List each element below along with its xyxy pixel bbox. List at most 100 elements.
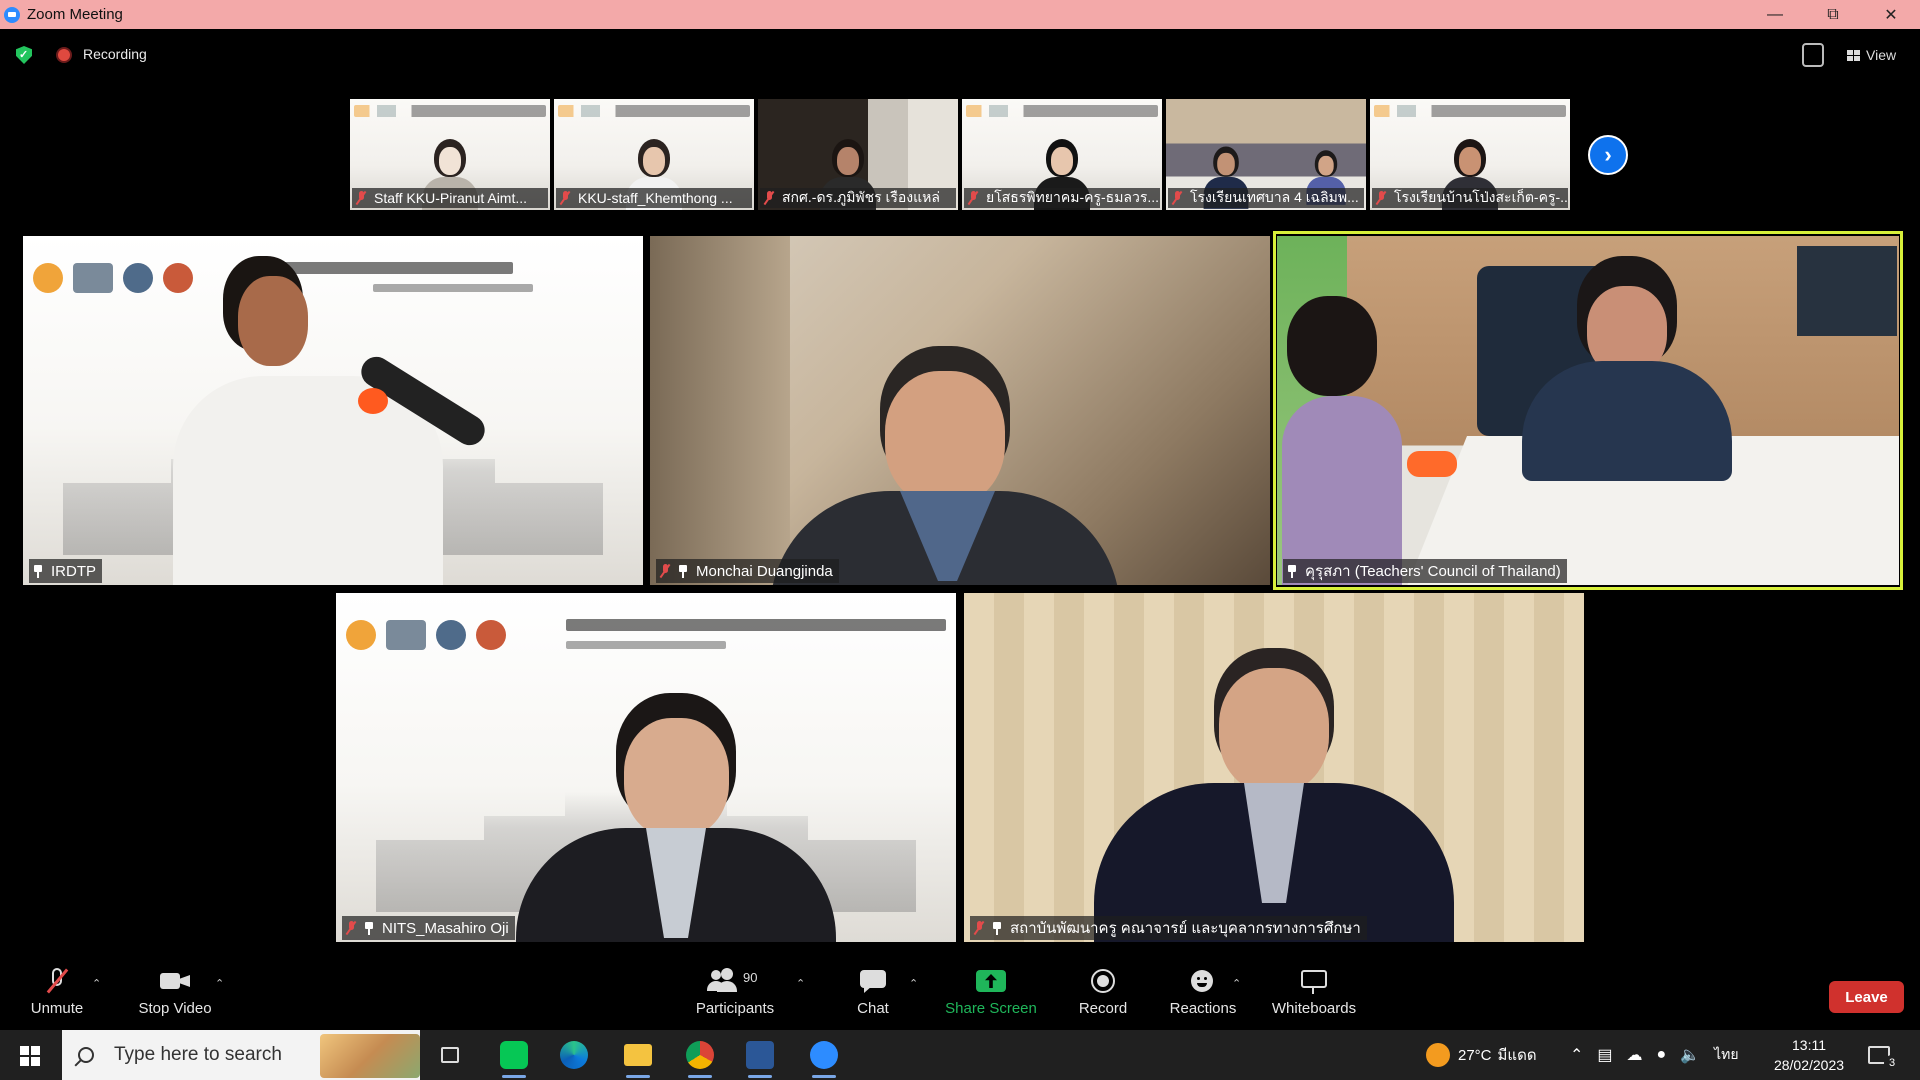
mic-muted-icon — [968, 191, 978, 205]
chrome-browser-icon[interactable] — [682, 1038, 718, 1078]
participants-count: 90 — [743, 970, 758, 985]
slide-logos — [33, 258, 193, 298]
participant-face — [1219, 668, 1329, 793]
video-tile-monchai[interactable]: Monchai Duangjinda — [650, 236, 1270, 585]
task-view-icon[interactable] — [432, 1038, 468, 1072]
participants-icon: 90 — [705, 968, 765, 994]
whiteboards-button[interactable]: Whiteboards — [1266, 955, 1362, 1030]
mic-muted-icon — [42, 968, 72, 994]
pin-icon — [1287, 564, 1297, 578]
word-app-icon[interactable] — [742, 1038, 778, 1078]
attendee-blouse — [1282, 396, 1402, 585]
participant-name: IRDTP — [51, 562, 96, 580]
leave-button[interactable]: Leave — [1829, 981, 1904, 1013]
participant-thumbnail[interactable]: โรงเรียนบ้านโป่งสะเก็ต-ครู-... — [1370, 99, 1570, 210]
title-bar: Zoom Meeting — ⧉ ✕ — [0, 0, 1920, 29]
participant-face — [624, 718, 729, 838]
wall-monitor — [1797, 246, 1897, 336]
video-tile-institute[interactable]: สถาบันพัฒนาครู คณาจารย์ และบุคลากรทางการ… — [964, 593, 1584, 942]
pin-icon — [364, 921, 374, 935]
taskbar-clock[interactable]: 13:11 28/02/2023 — [1766, 1035, 1852, 1075]
stop-video-button[interactable]: Stop Video — [132, 955, 218, 1030]
edge-browser-icon[interactable] — [556, 1038, 592, 1072]
participants-options-caret[interactable]: ⌃ — [796, 977, 805, 990]
clock-date: 28/02/2023 — [1773, 1057, 1845, 1073]
taskbar-search[interactable]: Type here to search — [62, 1030, 420, 1080]
participant-thumbnail[interactable]: KKU-staff_Khemthong ... — [554, 99, 754, 210]
view-button[interactable]: View — [1837, 41, 1903, 69]
participants-button[interactable]: 90 Participants — [688, 955, 782, 1030]
restore-button[interactable]: ⧉ — [1804, 0, 1862, 29]
participant-name: KKU-staff_Khemthong ... — [578, 190, 733, 206]
reactions-options-caret[interactable]: ⌃ — [1232, 977, 1241, 990]
participant-thumbnail[interactable]: Staff KKU-Piranut Aimt... — [350, 99, 550, 210]
slide-subtitle — [566, 641, 726, 649]
unmute-button[interactable]: Unmute — [24, 955, 90, 1030]
windows-taskbar: Type here to search 27°C มีแดด ⌃ ▤ ☁ ● 🔈… — [0, 1030, 1920, 1080]
video-tile-nits[interactable]: NITS_Masahiro Oji — [336, 593, 956, 942]
participant-name: ยโสธรพิทยาคม-ครู-ธมลวร... — [986, 189, 1160, 205]
weather-widget[interactable]: 27°C มีแดด — [1426, 1030, 1537, 1080]
search-highlight-image — [320, 1034, 420, 1078]
participant-thumbnail[interactable]: สกศ.-ดร.ภูมิพัชร เรืองแหล่ — [758, 99, 958, 210]
recording-label: Recording — [83, 46, 147, 62]
chat-button[interactable]: Chat — [845, 955, 901, 1030]
share-screen-icon — [976, 968, 1006, 994]
participant-nameplate: Monchai Duangjinda — [656, 559, 839, 583]
speaker-jacket — [1522, 361, 1732, 481]
mic-muted-icon — [356, 191, 366, 205]
participant-name: โรงเรียนเทศบาล 4 เฉลิมพ... — [1190, 189, 1359, 205]
system-tray: ⌃ ▤ ☁ ● 🔈 ไทย — [1570, 1030, 1739, 1080]
clock-time: 13:11 — [1792, 1037, 1826, 1053]
video-tile-teachers-council[interactable]: คุรุสภา (Teachers' Council of Thailand) — [1277, 236, 1899, 585]
microphone-icon[interactable]: ● — [1657, 1046, 1667, 1064]
slide-subtitle — [373, 284, 533, 292]
mic-muted-icon — [1172, 191, 1182, 205]
participant-nameplate: Staff KKU-Piranut Aimt... — [352, 188, 548, 208]
participant-nameplate: โรงเรียนบ้านโป่งสะเก็ต-ครู-... — [1372, 188, 1568, 208]
volume-icon[interactable]: 🔈 — [1680, 1045, 1700, 1065]
zoom-app-icon[interactable] — [806, 1038, 842, 1078]
attendee-hand — [1407, 451, 1457, 477]
recording-dot-icon — [58, 49, 70, 61]
next-page-button[interactable]: › — [1588, 135, 1628, 175]
share-screen-button[interactable]: Share Screen — [940, 955, 1042, 1030]
line-app-icon[interactable] — [496, 1038, 532, 1078]
participant-name: Monchai Duangjinda — [696, 562, 833, 580]
participant-name: Staff KKU-Piranut Aimt... — [374, 190, 528, 206]
weather-description: มีแดด — [1497, 1047, 1537, 1064]
record-button[interactable]: Record — [1074, 955, 1132, 1030]
slide-banner — [966, 105, 1158, 117]
sun-icon — [1426, 1043, 1450, 1067]
participant-thumbnail[interactable]: ยโสธรพิทยาคม-ครู-ธมลวร... — [962, 99, 1162, 210]
participant-thumbnail[interactable]: โรงเรียนเทศบาล 4 เฉลิมพ... — [1166, 99, 1366, 210]
audio-options-caret[interactable]: ⌃ — [92, 977, 101, 990]
minimize-button[interactable]: — — [1746, 0, 1804, 29]
close-button[interactable]: ✕ — [1862, 0, 1920, 29]
share-screen-label: Share Screen — [945, 1000, 1037, 1017]
weather-temperature: 27°C — [1458, 1046, 1492, 1064]
slide-banner — [1374, 105, 1566, 117]
record-icon — [1088, 968, 1118, 994]
video-options-caret[interactable]: ⌃ — [215, 977, 224, 990]
chat-options-caret[interactable]: ⌃ — [909, 977, 918, 990]
notification-count: 3 — [1884, 1055, 1900, 1071]
language-indicator[interactable]: ไทย — [1714, 1044, 1738, 1066]
participant-name: NITS_Masahiro Oji — [382, 919, 509, 937]
video-tile-irdtp[interactable]: IRDTP — [23, 236, 643, 585]
meeting-toolbar: Unmute ⌃ Stop Video ⌃ 90 Participants ⌃ — [0, 955, 1920, 1030]
stop-video-label: Stop Video — [138, 1000, 212, 1017]
pin-icon — [33, 564, 43, 578]
notification-center[interactable]: 3 — [1868, 1030, 1900, 1080]
mic-muted-icon — [660, 564, 670, 578]
device-icon[interactable]: ▤ — [1597, 1045, 1612, 1065]
participant-nameplate: สกศ.-ดร.ภูมิพัชร เรืองแหล่ — [760, 188, 956, 208]
zoom-app-icon — [4, 6, 20, 23]
cloud-icon[interactable]: ☁ — [1627, 1045, 1643, 1065]
file-explorer-icon[interactable] — [620, 1038, 656, 1078]
slide-banner — [354, 105, 546, 117]
reactions-button[interactable]: Reactions — [1166, 955, 1240, 1030]
immersive-view-icon[interactable] — [1802, 43, 1824, 67]
chevron-up-icon[interactable]: ⌃ — [1570, 1045, 1583, 1065]
windows-start-icon[interactable] — [20, 1046, 40, 1066]
